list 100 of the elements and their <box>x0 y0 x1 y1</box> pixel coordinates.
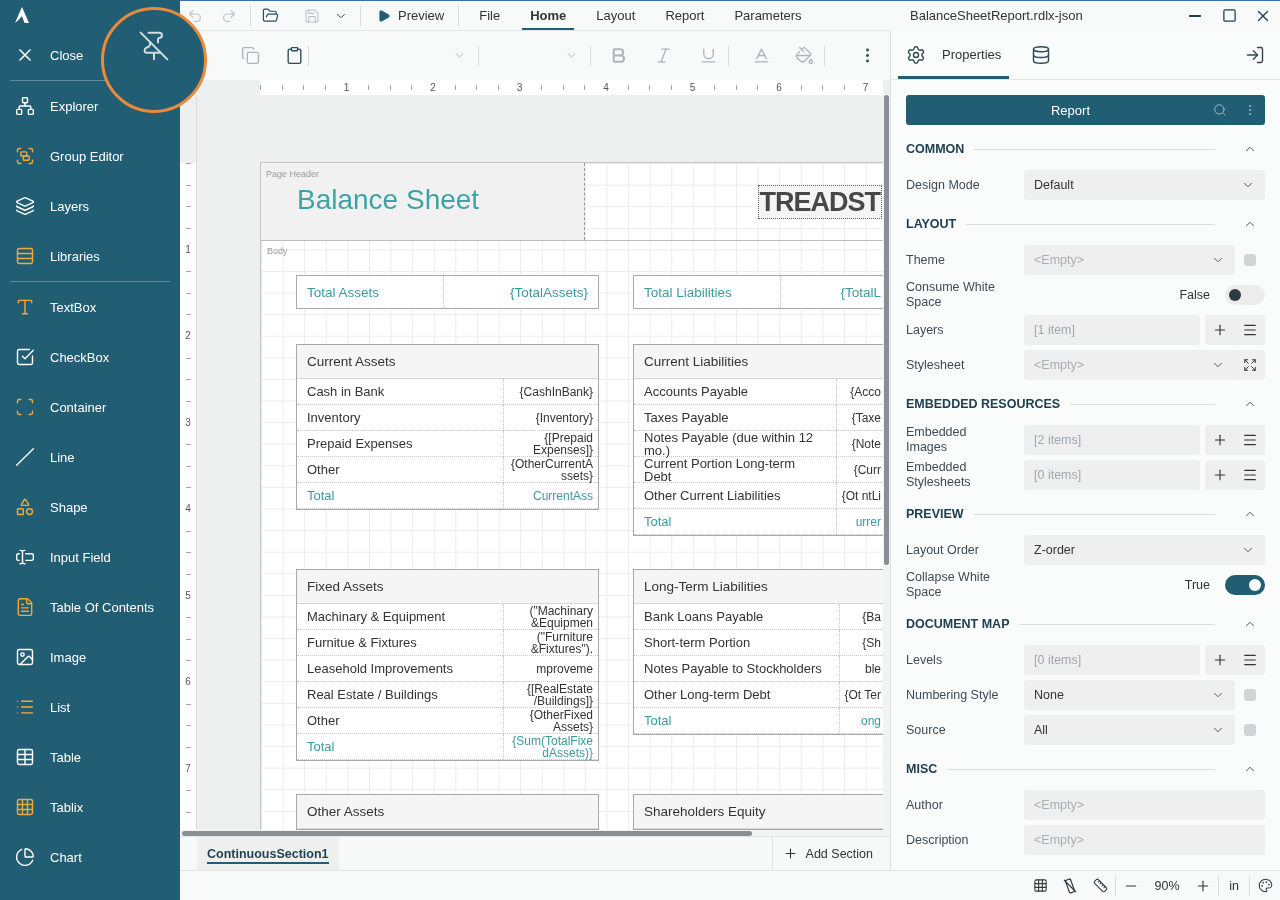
ruler-number: 5 <box>184 589 192 602</box>
grid-icon[interactable] <box>1032 878 1048 893</box>
ruler-number: 4 <box>184 503 192 515</box>
sidebar-item[interactable]: Libraries <box>0 231 102 281</box>
table-cell: Leasehold Improvements <box>297 656 503 682</box>
table-cell: CurrentAss <box>503 483 598 509</box>
property-label: Numbering Style <box>906 687 1000 703</box>
table-cell: Total <box>634 509 836 535</box>
table-cell: Current Portion Long-term Debt <box>634 457 836 483</box>
property-label: Source <box>906 722 947 738</box>
vertical-scrollbar[interactable] <box>884 95 889 565</box>
toggle-switch[interactable] <box>1225 285 1265 305</box>
horizontal-scrollbar[interactable] <box>182 830 752 836</box>
ruler-number: 3 <box>515 81 524 94</box>
table-cell-text: Total Liabilities <box>643 283 733 302</box>
edit-list-button[interactable] <box>1235 425 1265 455</box>
menu-icon <box>1242 652 1258 668</box>
sidebar-item[interactable]: Tablix <box>0 782 86 832</box>
sidebar-item[interactable]: Input Field <box>0 532 113 582</box>
table-header-cell: Long-Term Liabilities <box>634 570 883 604</box>
table-cell: {OtherCurrentAssets} <box>503 457 598 483</box>
object-selector-bar[interactable]: Report <box>906 95 1265 125</box>
menu-tab[interactable]: Layout <box>588 1 644 30</box>
image-icon <box>15 647 35 667</box>
select-field[interactable]: Z-order <box>1024 535 1265 565</box>
sidebar-item[interactable]: Chart <box>0 832 84 882</box>
ruler-number: 1 <box>342 81 351 94</box>
select-field[interactable]: None <box>1024 680 1235 710</box>
zoom-level[interactable]: 90% <box>1149 878 1185 893</box>
table-cell: Other Current Liabilities <box>634 483 836 509</box>
folder-icon[interactable] <box>261 7 279 24</box>
units-label[interactable]: in <box>1219 878 1249 893</box>
table-cell: Notes Payable (due within 12 mo.) <box>634 431 836 457</box>
pin-off-icon[interactable] <box>138 30 170 62</box>
table-cell: Machinary & Equipment <box>297 604 503 630</box>
edit-list-button[interactable] <box>1235 645 1265 675</box>
app-logo-icon <box>15 7 29 23</box>
table-cell: Prepaid Expenses <box>297 431 503 457</box>
table-cell: ("Machinary &Equipmen <box>503 604 598 630</box>
sidebar-item[interactable]: CheckBox <box>0 332 112 382</box>
select-field[interactable]: Default <box>1024 170 1265 200</box>
select-field[interactable]: All <box>1024 715 1235 745</box>
table-cell: Notes Payable to Stockholders <box>634 656 839 682</box>
ruler-number: 2 <box>429 81 437 94</box>
sidebar-item[interactable]: Table <box>0 732 84 782</box>
preview-button[interactable]: Preview <box>369 1 453 30</box>
sidebar-item[interactable]: Table Of Contents <box>0 582 157 632</box>
plus-icon <box>1212 652 1228 668</box>
panel-collapse-icon[interactable] <box>1245 44 1265 65</box>
sidebar-item[interactable]: Layers <box>0 181 92 231</box>
menu-tab[interactable]: File <box>471 1 509 30</box>
property-label: Collapse White Space <box>906 570 992 600</box>
close-item[interactable]: Close <box>0 30 86 80</box>
table-cell: mproveme <box>503 656 598 682</box>
section-tab[interactable]: ContinuousSection1 <box>197 837 339 870</box>
database-icon <box>1031 44 1052 65</box>
section-title: DOCUMENT MAP <box>906 617 1010 631</box>
plus-icon <box>1212 432 1228 448</box>
search-icon[interactable] <box>1213 103 1227 117</box>
menu-tab[interactable]: Report <box>657 1 713 30</box>
table-cell: Taxes Payable <box>634 405 836 431</box>
clipboard-icon[interactable] <box>284 46 304 65</box>
table-cell: {CashInBank} <box>503 379 598 405</box>
property-label: Stylesheet <box>906 357 966 373</box>
ruler-number: 5 <box>688 81 697 94</box>
report-title: Balance Sheet <box>297 184 480 216</box>
sidebar-item[interactable]: Group Editor <box>0 131 126 181</box>
menu-icon <box>1242 467 1258 483</box>
sidebar-item[interactable]: Explorer <box>0 81 101 131</box>
list-icon <box>15 697 35 717</box>
shapes-icon <box>15 497 35 517</box>
edit-list-button[interactable] <box>1235 315 1265 345</box>
table-cell: {Sum(TotalFixedAssets)} <box>503 734 598 760</box>
expand-button[interactable] <box>1235 350 1265 380</box>
menu-tab[interactable]: Parameters <box>726 1 810 30</box>
sidebar-item[interactable]: TextBox <box>0 282 99 332</box>
ruler-icon[interactable] <box>1092 878 1108 893</box>
toggle-switch[interactable] <box>1225 575 1265 595</box>
maximize-icon[interactable] <box>1221 8 1237 23</box>
edit-list-button[interactable] <box>1235 460 1265 490</box>
sidebar-item[interactable]: Image <box>0 632 89 682</box>
menu-tab[interactable]: Home <box>522 1 575 30</box>
sidebar-item[interactable]: List <box>0 682 73 732</box>
table-cell: {[Prepaid Expenses]} <box>503 431 598 457</box>
table-cell: Other <box>297 457 503 483</box>
property-label: Theme <box>906 252 946 268</box>
text-field[interactable]: <Empty> <box>1024 825 1265 855</box>
palette-icon[interactable] <box>1257 878 1273 893</box>
plus-icon <box>1212 322 1228 338</box>
section-title: LAYOUT <box>906 217 957 231</box>
text-field[interactable]: <Empty> <box>1024 790 1265 820</box>
ruler-off-icon[interactable] <box>1062 877 1078 894</box>
text-icon <box>15 297 35 317</box>
sidebar-item[interactable]: Shape <box>0 482 90 532</box>
ruler-number: 4 <box>602 81 610 94</box>
sidebar-item[interactable]: Line <box>0 432 77 482</box>
gear-icon <box>906 44 926 65</box>
properties-tab[interactable]: Properties <box>898 30 1010 79</box>
document-icon <box>15 597 35 617</box>
sidebar-item[interactable]: Container <box>0 382 109 432</box>
